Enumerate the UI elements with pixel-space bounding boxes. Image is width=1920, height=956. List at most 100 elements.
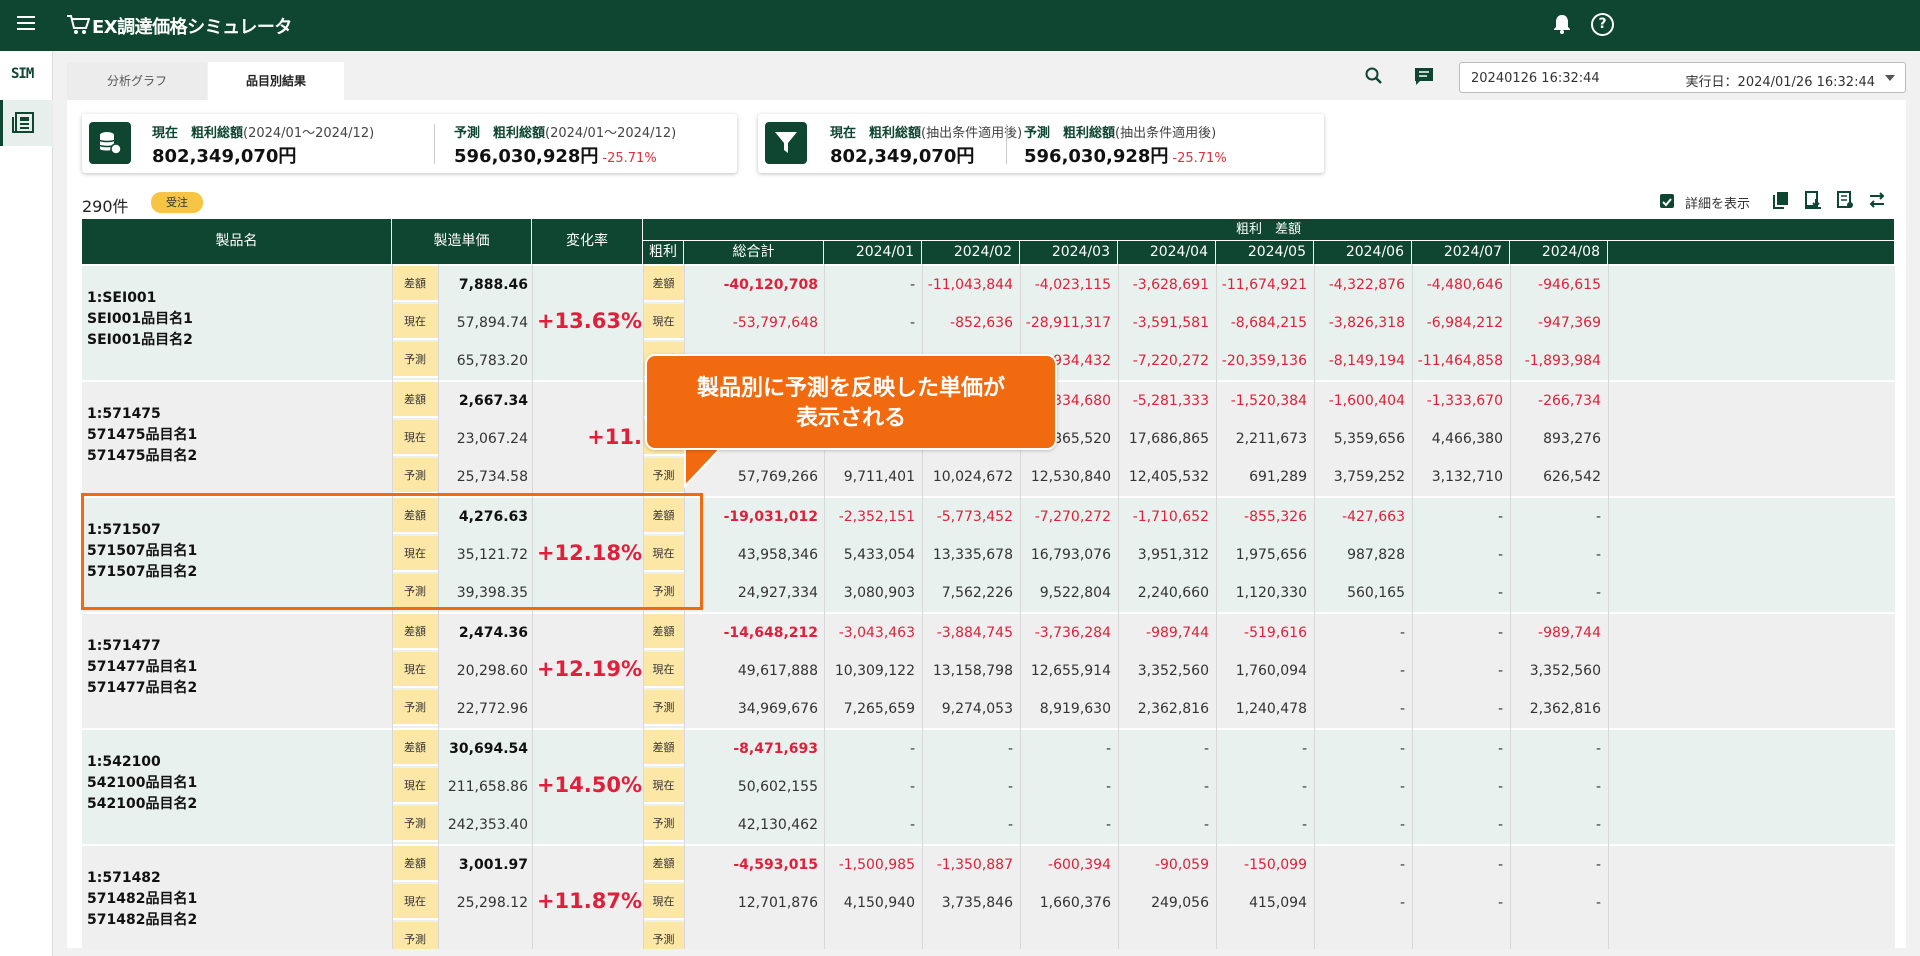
- filtered-current-metric: 現在 粗利総額(抽出条件適用後) 802,349,070円: [830, 126, 1023, 167]
- month-value: 3,352,560: [1137, 663, 1209, 679]
- show-detail-label: 詳細を表示: [1685, 197, 1751, 212]
- report-icon[interactable]: [1836, 191, 1854, 209]
- header-month[interactable]: 2024/03: [1020, 240, 1118, 264]
- tab-analysis-graph[interactable]: 分析グラフ: [67, 62, 207, 100]
- unit-price-value: 2,667.34: [458, 393, 528, 409]
- month-value: [1020, 922, 1111, 949]
- month-value: -4,480,646: [1426, 277, 1503, 293]
- header-gross-diff-group: 粗利 差額: [643, 219, 1895, 240]
- product-name-line: 1:571477: [87, 638, 161, 654]
- month-value: -4,322,876: [1328, 277, 1405, 293]
- sort-swap-icon[interactable]: [1868, 191, 1886, 209]
- callout-tail: [684, 446, 722, 488]
- month-value: -: [1399, 625, 1405, 641]
- month-value: -947,369: [1538, 315, 1601, 331]
- row-type-tag: 予測: [392, 690, 438, 726]
- grid-line: [1608, 264, 1609, 949]
- month-value: [1314, 922, 1405, 949]
- row-type-tag: 差額: [643, 846, 684, 882]
- header-change-rate[interactable]: 変化率: [532, 219, 643, 264]
- hamburger-menu-icon[interactable]: [17, 16, 35, 30]
- month-value: -: [1497, 547, 1503, 563]
- month-value: -1,600,404: [1328, 393, 1405, 409]
- month-value: -3,826,318: [1328, 315, 1405, 331]
- product-name-line: 571482品目名2: [87, 912, 198, 928]
- month-value: -7,270,272: [1034, 509, 1111, 525]
- row-type-tag: 予測: [392, 806, 438, 842]
- run-id: 20240126 16:32:44: [1471, 71, 1600, 86]
- month-value: 1,975,656: [1235, 547, 1307, 563]
- month-value: 4,466,380: [1431, 431, 1503, 447]
- month-value: -: [1497, 663, 1503, 679]
- month-value: 16,793,076: [1030, 547, 1111, 563]
- forecast-gross-value: 596,030,928円: [454, 146, 599, 167]
- month-value: -11,464,858: [1417, 353, 1503, 369]
- copy-icon[interactable]: [1772, 191, 1790, 209]
- header-total[interactable]: 総合計: [684, 240, 824, 264]
- month-value: -90,059: [1154, 857, 1209, 873]
- search-icon[interactable]: [1364, 66, 1384, 86]
- header-month[interactable]: 2024/05: [1216, 240, 1314, 264]
- show-detail-checkbox[interactable]: [1660, 194, 1674, 208]
- header-product[interactable]: 製品名: [82, 219, 392, 264]
- help-icon[interactable]: ?: [1591, 13, 1614, 36]
- month-value: -: [1007, 741, 1013, 757]
- month-value: -: [909, 817, 915, 833]
- month-value: -: [1595, 817, 1601, 833]
- month-value: -: [1497, 857, 1503, 873]
- month-value: -3,043,463: [838, 625, 915, 641]
- month-value: 1,760,094: [1235, 663, 1307, 679]
- month-value: 2,240,660: [1137, 585, 1209, 601]
- row-type-tag: 予測: [392, 342, 438, 378]
- month-value: -2,352,151: [838, 509, 915, 525]
- header-unit-price[interactable]: 製造単価: [392, 219, 532, 264]
- month-value: -: [1203, 817, 1209, 833]
- comment-icon[interactable]: [1414, 67, 1434, 86]
- month-value: -: [1105, 741, 1111, 757]
- row-type-tag: 差額: [392, 382, 438, 418]
- header-month[interactable]: 2024/01: [824, 240, 922, 264]
- month-value: -: [1399, 857, 1405, 873]
- forecast-gross-metric: 予測 粗利総額(2024/01〜2024/12) 596,030,928円 -25…: [454, 126, 677, 167]
- month-value: -852,636: [950, 315, 1013, 331]
- tab-item-results[interactable]: 品目別結果: [208, 62, 344, 100]
- month-value: -: [1595, 741, 1601, 757]
- header-month[interactable]: 2024/06: [1314, 240, 1412, 264]
- row-type-tag: 現在: [643, 884, 684, 920]
- header-month[interactable]: 2024/04: [1118, 240, 1216, 264]
- header-month[interactable]: 2024/07: [1412, 240, 1510, 264]
- row-type-tag: 現在: [392, 768, 438, 804]
- month-value: -989,744: [1538, 625, 1601, 641]
- grid-line: [1118, 264, 1119, 949]
- month-value: -1,333,670: [1426, 393, 1503, 409]
- unit-price-value: 57,894.74: [456, 315, 528, 331]
- month-value: 9,711,401: [843, 469, 915, 485]
- month-value: -1,350,887: [936, 857, 1013, 873]
- product-name-line: 571477品目名2: [87, 680, 198, 696]
- month-value: -855,326: [1244, 509, 1307, 525]
- month-value: 2,362,816: [1137, 701, 1209, 717]
- product-name-line: SEI001品目名1: [87, 311, 193, 327]
- month-value: -11,043,844: [927, 277, 1013, 293]
- document-list-icon[interactable]: [12, 112, 35, 133]
- month-value: -: [1399, 779, 1405, 795]
- row-type-tag: 現在: [392, 304, 438, 340]
- header-month[interactable]: 2024/08: [1510, 240, 1608, 264]
- result-count: 290件: [82, 197, 129, 216]
- header-month[interactable]: 2024/02: [922, 240, 1020, 264]
- month-value: -: [1497, 625, 1503, 641]
- month-value: 560,165: [1347, 585, 1405, 601]
- bell-icon[interactable]: [1553, 14, 1571, 34]
- run-selector[interactable]: 20240126 16:32:44 実行日：2024/01/26 16:32:4…: [1459, 62, 1906, 93]
- row-type-tag: 差額: [392, 730, 438, 766]
- month-value: 249,056: [1151, 895, 1209, 911]
- month-value: -: [1595, 547, 1601, 563]
- header-gross[interactable]: 粗利: [643, 240, 684, 264]
- month-value: 1,660,376: [1039, 895, 1111, 911]
- month-value: -: [1399, 817, 1405, 833]
- month-value: 3,951,312: [1137, 547, 1209, 563]
- filtered-forecast-value: 596,030,928円: [1024, 146, 1169, 167]
- month-value: -5,773,452: [936, 509, 1013, 525]
- download-icon[interactable]: [1804, 191, 1822, 209]
- unit-price-value: 2,474.36: [458, 625, 528, 641]
